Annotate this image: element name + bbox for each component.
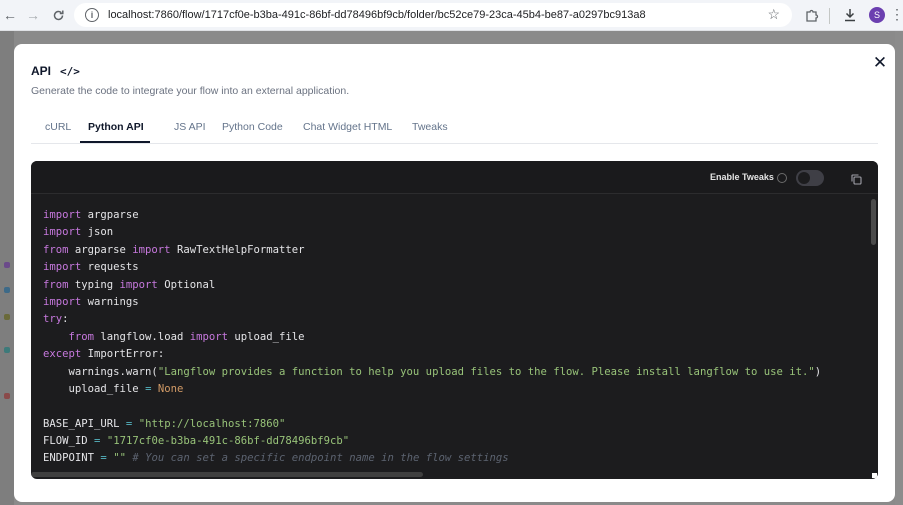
info-icon[interactable] — [777, 173, 787, 183]
code-token: "" — [113, 452, 126, 465]
horizontal-scrollbar[interactable] — [31, 472, 423, 477]
chrome-menu-icon[interactable]: ⋮ — [890, 6, 903, 23]
code-token: : — [62, 313, 69, 326]
code-token: "1717cf0e-b3ba-491c-86bf-dd78496bf9cb" — [106, 435, 350, 448]
code-token: ENDPOINT — [43, 452, 101, 465]
code-token: # You can set a specific endpoint name i… — [132, 452, 509, 465]
background-node-dot — [4, 393, 10, 399]
background-node-dot — [4, 262, 10, 268]
code-token: try — [43, 313, 63, 326]
code-token: upload_file — [227, 330, 305, 343]
api-modal: API </> ✕ Generate the code to integrate… — [14, 44, 895, 502]
background-node-dot — [4, 314, 10, 320]
enable-tweaks-toggle[interactable] — [796, 170, 824, 186]
copy-icon[interactable] — [851, 172, 862, 185]
code-token: import — [43, 295, 82, 308]
close-icon[interactable]: ✕ — [871, 53, 889, 72]
code-token: from — [68, 330, 95, 343]
code-line: FLOW_ID = "1717cf0e-b3ba-491c-86bf-dd784… — [43, 433, 821, 450]
enable-tweaks-label: Enable Tweaks — [710, 172, 774, 182]
bookmark-star-icon[interactable]: ☆ — [767, 6, 780, 23]
scroll-corner — [872, 473, 877, 478]
address-bar[interactable]: i localhost:7860/flow/1717cf0e-b3ba-491c… — [74, 3, 792, 27]
modal-title: API — [31, 64, 52, 78]
tab-chat-widget-html[interactable]: Chat Widget HTML — [303, 121, 392, 133]
back-arrow-icon[interactable]: ← — [1, 6, 19, 24]
background-app-sidebar — [0, 31, 14, 505]
code-line: upload_file = None — [43, 381, 821, 398]
background-node-dot — [4, 287, 10, 293]
code-token: ImportError: — [81, 348, 165, 361]
code-token: import — [43, 261, 82, 274]
code-token: import — [132, 243, 171, 256]
code-line: from langflow.load import upload_file — [43, 329, 821, 346]
download-icon[interactable] — [841, 6, 859, 24]
modal-description: Generate the code to integrate your flow… — [31, 85, 350, 97]
code-token: warnings — [81, 295, 139, 308]
code-token: langflow.load — [94, 330, 190, 343]
code-token: "Langflow provides a function to help yo… — [157, 365, 815, 378]
code-token: argparse — [81, 209, 139, 221]
code-token: requests — [81, 261, 139, 274]
code-brackets-icon: </> — [60, 64, 80, 78]
code-token: BASE_API_URL — [43, 417, 126, 430]
code-token: import — [43, 226, 82, 239]
vertical-scrollbar[interactable] — [871, 199, 876, 245]
code-line: from argparse import RawTextHelpFormatte… — [43, 242, 821, 259]
code-token: "http://localhost:7860" — [138, 417, 286, 430]
browser-toolbar: ← → i localhost:7860/flow/1717cf0e-b3ba-… — [0, 0, 903, 31]
code-line: from typing import Optional — [43, 277, 821, 294]
tab-curl[interactable]: cURL — [45, 121, 71, 133]
tab-python-api[interactable]: Python API — [88, 121, 144, 133]
code-line: import json — [43, 224, 821, 241]
code-panel: Enable Tweaks import argparse import json… — [31, 161, 878, 479]
code-line: import requests — [43, 259, 821, 276]
code-line: import argparse — [43, 207, 821, 224]
code-token: RawTextHelpFormatter — [170, 243, 305, 256]
url-text[interactable]: localhost:7860/flow/1717cf0e-b3ba-491c-8… — [108, 9, 646, 21]
code-line: import warnings — [43, 294, 821, 311]
code-token: FLOW_ID — [43, 435, 95, 448]
code-block[interactable]: import argparse import json from argparse … — [43, 207, 821, 468]
code-token: from — [43, 243, 69, 256]
code-line: warnings.warn("Langflow provides a funct… — [43, 364, 822, 381]
code-line: BASE_API_URL = "http://localhost:7860" — [43, 416, 821, 433]
forward-arrow-icon[interactable]: → — [24, 6, 42, 24]
toolbar-divider — [829, 8, 830, 24]
modal-header: API </> — [31, 64, 80, 78]
reload-icon[interactable] — [49, 6, 67, 24]
code-token: argparse — [68, 243, 133, 256]
code-token: warnings.warn( — [43, 365, 158, 378]
code-line: ENDPOINT = "" # You can set a specific e… — [43, 450, 821, 467]
code-panel-header: Enable Tweaks — [31, 161, 878, 194]
code-token: import — [189, 330, 228, 343]
code-token: json — [81, 226, 114, 239]
code-token: typing — [68, 278, 120, 291]
code-tabs: cURL Python API JS API Python Code Chat … — [31, 116, 878, 144]
extensions-puzzle-icon[interactable] — [803, 6, 821, 24]
code-token: ) — [814, 365, 822, 378]
code-token: import — [119, 278, 158, 291]
toggle-knob — [798, 172, 810, 184]
code-token: None — [157, 382, 184, 395]
code-token: upload_file — [43, 382, 146, 395]
tab-tweaks[interactable]: Tweaks — [412, 121, 448, 133]
code-line: try: — [43, 311, 821, 328]
site-info-icon[interactable]: i — [85, 8, 99, 22]
background-app-edge — [895, 31, 903, 505]
code-line: except ImportError: — [43, 346, 821, 363]
profile-avatar[interactable]: S — [869, 7, 885, 23]
background-node-dot — [4, 347, 10, 353]
code-token: Optional — [157, 278, 216, 291]
code-token: import — [43, 209, 82, 221]
code-token: from — [43, 278, 69, 291]
tab-js-api[interactable]: JS API — [174, 121, 206, 133]
active-tab-indicator — [80, 141, 150, 143]
tab-python-code[interactable]: Python Code — [222, 121, 283, 133]
code-token: except — [43, 348, 82, 361]
